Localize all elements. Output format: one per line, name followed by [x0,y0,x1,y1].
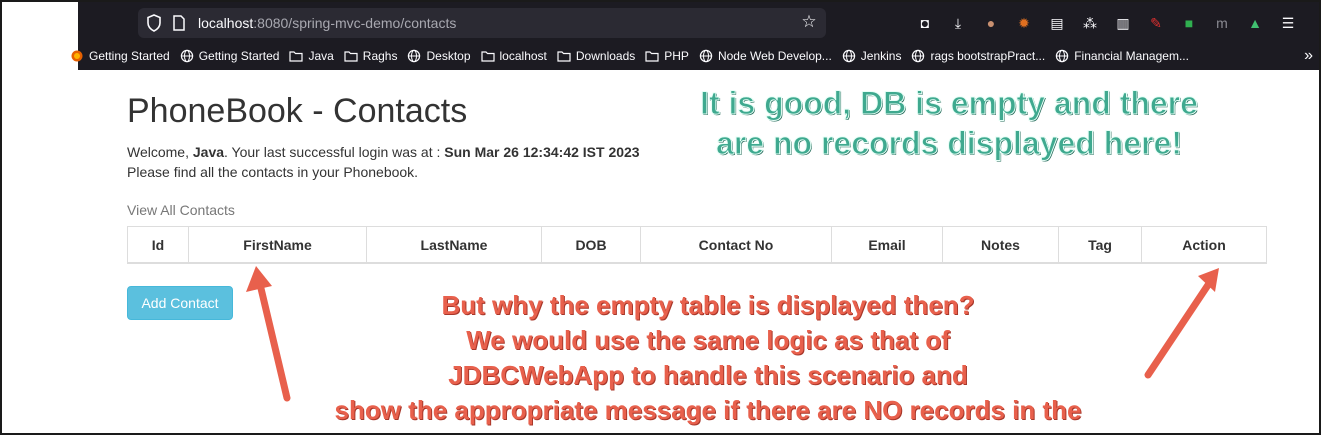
bookmark-item[interactable]: Desktop [407,49,471,63]
bookmark-item[interactable]: Financial Managem... [1055,49,1189,63]
folder-icon [480,51,495,62]
bookmark-item[interactable]: rags bootstrapPract... [911,49,1045,63]
bookmark-item[interactable]: Getting Started [70,49,170,63]
view-all-contacts-link[interactable]: View All Contacts [127,202,235,218]
welcome-user: Java [192,144,225,160]
reader-icon[interactable]: ▥ [1112,12,1134,34]
welcome-mid: . Your last successful login was at : [224,144,445,160]
clipboard-icon[interactable]: ▤ [1046,12,1068,34]
folder-icon [289,51,304,62]
url-host: localhost [198,15,254,31]
page-content: PhoneBook - Contacts Welcome, Java. Your… [78,70,1319,433]
page-info-icon[interactable] [172,15,186,31]
extension-sun-icon[interactable]: ✹ [1013,12,1035,34]
globe-icon [842,49,855,63]
phonebook-intro: Please find all the contacts in your Pho… [127,164,419,180]
bookmark-label: Java [308,49,334,63]
bookmark-item[interactable]: Java [289,49,334,63]
column-header: FirstName [189,227,367,262]
column-header: Tag [1059,227,1142,262]
bookmark-item[interactable]: localhost [480,49,547,63]
bookmark-item[interactable]: PHP [645,49,689,63]
firefox-icon [71,50,83,62]
bookmark-item[interactable]: Downloads [557,49,635,63]
bookmark-label: Financial Managem... [1074,49,1189,63]
column-header: Id [128,227,189,262]
column-header: LastName [367,227,542,262]
extension-green-icon[interactable]: ■ [1178,12,1200,34]
url-path: :8080/spring-mvc-demo/contacts [253,15,457,31]
column-header: Email [832,227,943,262]
add-contact-button[interactable]: Add Contact [127,286,233,320]
bookmark-label: Node Web Develop... [717,49,832,63]
annotation-green: It is good, DB is empty and there are no… [673,83,1225,163]
welcome-prefix: Welcome, [127,144,193,160]
bookmarks-overflow-icon[interactable]: » [1304,47,1313,65]
page-title: PhoneBook - Contacts [127,92,468,130]
extension-bubbles-icon[interactable]: ⁂ [1079,12,1101,34]
bookmark-item[interactable]: Jenkins [842,49,902,63]
menu-icon[interactable]: ☰ [1277,12,1299,34]
contacts-table-header: Id FirstName LastName DOB Contact No Email Not… [127,226,1267,264]
folder-icon [645,51,659,62]
bookmark-label: localhost [499,49,547,63]
browser-toolbar: localhost:8080/spring-mvc-demo/contacts … [78,2,1319,42]
globe-icon [180,49,193,63]
bookmark-label: Raghs [362,49,398,63]
bookmark-star-icon[interactable]: ☆ [800,13,818,31]
arrow-to-firstname [246,266,291,402]
column-header: Notes [943,227,1059,262]
folder-icon [557,51,571,62]
globe-icon [1056,49,1069,63]
globe-icon [408,49,421,63]
globe-icon [912,49,925,63]
welcome-message: Welcome, Java. Your last successful logi… [127,144,640,160]
profile-icon[interactable]: ● [980,12,1002,34]
annotation-red-line: JDBCWebApp to handle this scenario and [448,360,968,390]
download-icon[interactable]: ⤓ [947,12,969,34]
bookmark-label: PHP [664,49,689,63]
bookmark-label: Getting Started [198,49,280,63]
bookmark-label: Getting Started [89,49,170,63]
pocket-icon[interactable]: ◘ [914,12,936,34]
bookmark-label: Downloads [575,49,636,63]
url-bar[interactable]: localhost:8080/spring-mvc-demo/contacts … [138,8,826,38]
annotation-red-line: show the appropriate message if there ar… [334,395,1082,425]
annotation-green-line1: It is good, DB is empty and there [700,85,1199,122]
bookmark-label: Desktop [426,49,471,63]
extension-m-icon[interactable]: m [1211,12,1233,34]
arrow-to-action [1144,268,1219,379]
url-text[interactable]: localhost:8080/spring-mvc-demo/contacts [198,15,456,31]
last-login-time: Sun Mar 26 12:34:42 IST 2023 [444,144,640,160]
globe-icon [699,49,713,63]
shield-icon[interactable] [146,14,162,32]
column-header: DOB [542,227,641,262]
folder-icon [344,51,358,62]
bookmark-item[interactable]: Getting Started [180,49,280,63]
toolbar-icons: ◘ ⤓ ● ✹ ▤ ⁂ ▥ ✎ ■ m ▲ ☰ [914,12,1299,34]
annotation-green-line2: are no records displayed here! [716,125,1183,162]
extension-wand-icon[interactable]: ✎ [1145,12,1167,34]
bookmark-item[interactable]: Raghs [344,49,398,63]
browser-chrome: localhost:8080/spring-mvc-demo/contacts … [71,2,1319,70]
column-header: Contact No [641,227,832,262]
bookmark-label: Jenkins [860,49,902,63]
annotation-red-line: But why the empty table is displayed the… [441,290,975,320]
annotation-red: But why the empty table is displayed the… [308,288,1108,428]
extension-upload-icon[interactable]: ▲ [1244,12,1266,34]
bookmark-item[interactable]: Node Web Develop... [699,49,832,63]
desktop-gutter [2,2,78,433]
bookmark-label: rags bootstrapPract... [930,49,1046,63]
bookmarks-bar: Getting Started Getting Started Java Raghs D… [71,42,1319,70]
annotation-red-line: We would use the same logic as that of [466,325,950,355]
column-header: Action [1182,236,1226,253]
